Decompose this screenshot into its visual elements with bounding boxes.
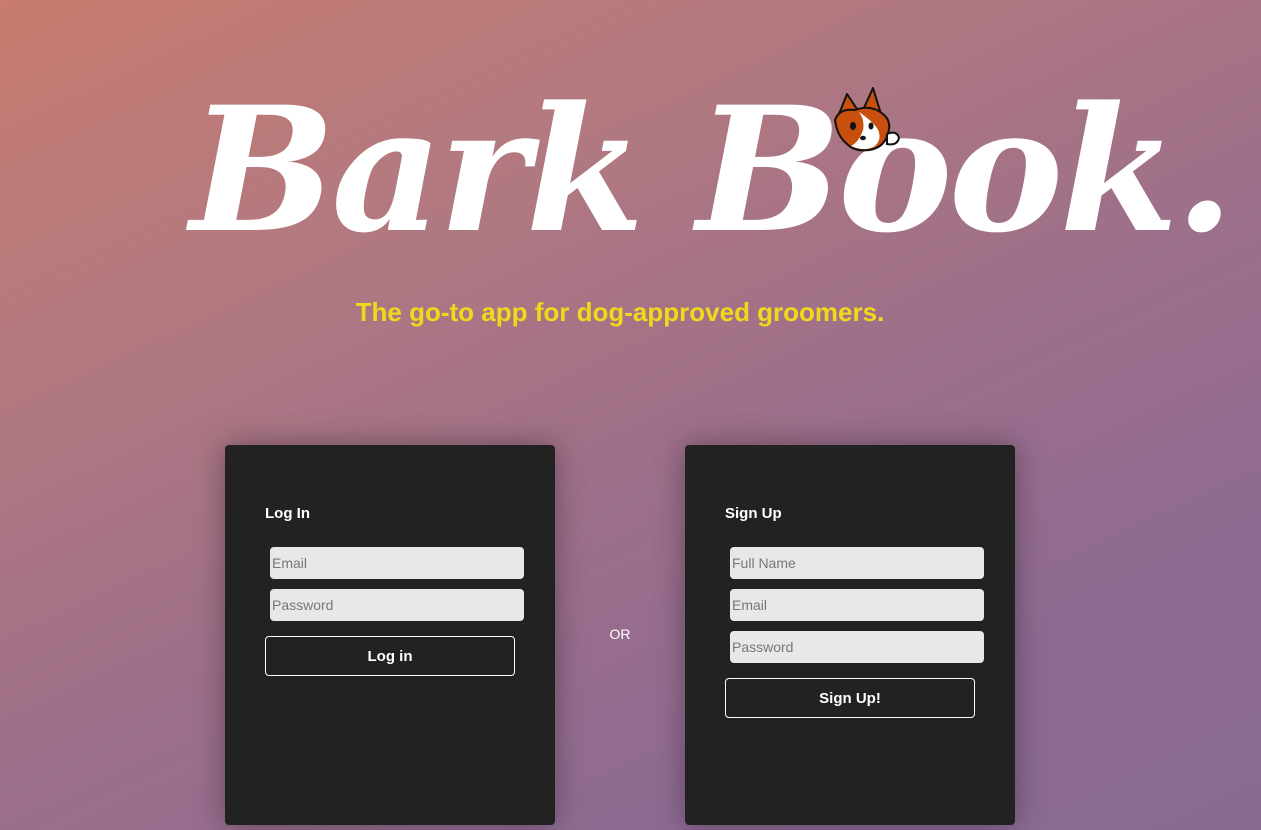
login-title: Log In	[265, 505, 310, 522]
logo-text: Bark Book.	[190, 68, 1234, 271]
signup-email-input[interactable]	[730, 589, 984, 621]
signup-full-name-input[interactable]	[730, 547, 984, 579]
signup-title: Sign Up	[725, 505, 782, 522]
login-password-input[interactable]	[270, 589, 524, 621]
app-logo: Bark Book.	[190, 68, 1234, 271]
signup-password-input[interactable]	[730, 631, 984, 663]
tagline: The go-to app for dog-approved groomers.	[355, 297, 885, 327]
login-card: Log In Log in	[225, 445, 555, 825]
signup-button[interactable]: Sign Up!	[725, 678, 975, 718]
or-separator: OR	[609, 626, 631, 642]
corgi-dog-icon	[833, 87, 901, 152]
signup-card: Sign Up Sign Up!	[685, 445, 1015, 825]
login-button[interactable]: Log in	[265, 636, 515, 676]
login-email-input[interactable]	[270, 547, 524, 579]
